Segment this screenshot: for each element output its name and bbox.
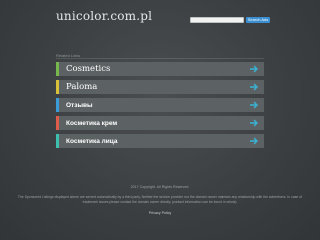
search-input[interactable]	[190, 17, 244, 23]
link-row-kosmetika-krem[interactable]: Косметика крем	[56, 116, 264, 130]
header: unicolor.com.pl Search Ads	[0, 0, 320, 32]
link-label[interactable]: Отзывы	[59, 102, 93, 109]
link-row-paloma[interactable]: Paloma	[56, 80, 264, 94]
copyright-text: 2017 Copyright. All Rights Reserved.	[130, 185, 190, 189]
arrow-right-icon[interactable]	[249, 137, 259, 145]
arrow-right-icon[interactable]	[249, 119, 259, 127]
arrow-right-icon[interactable]	[249, 83, 259, 91]
link-row-cosmetics[interactable]: Cosmetics	[56, 62, 264, 76]
footer: 2017 Copyright. All Rights Reserved. The…	[0, 185, 320, 215]
disclaimer-text: The Sponsored Listings displayed above a…	[17, 195, 303, 204]
related-links-list: Cosmetics Paloma Отзывы Косметика крем К…	[56, 62, 264, 152]
link-row-otzyvy[interactable]: Отзывы	[56, 98, 264, 112]
link-label[interactable]: Paloma	[59, 82, 97, 92]
site-title[interactable]: unicolor.com.pl	[56, 9, 152, 23]
link-row-kosmetika-litsa[interactable]: Косметика лица	[56, 134, 264, 148]
link-label[interactable]: Косметика лица	[59, 138, 117, 145]
link-label[interactable]: Cosmetics	[59, 64, 110, 74]
link-label[interactable]: Косметика крем	[59, 120, 117, 127]
search-button[interactable]: Search Ads	[246, 17, 270, 23]
arrow-right-icon[interactable]	[249, 101, 259, 109]
divider	[56, 58, 264, 59]
arrow-right-icon[interactable]	[249, 65, 259, 73]
privacy-policy-link[interactable]: Privacy Policy	[0, 211, 320, 215]
